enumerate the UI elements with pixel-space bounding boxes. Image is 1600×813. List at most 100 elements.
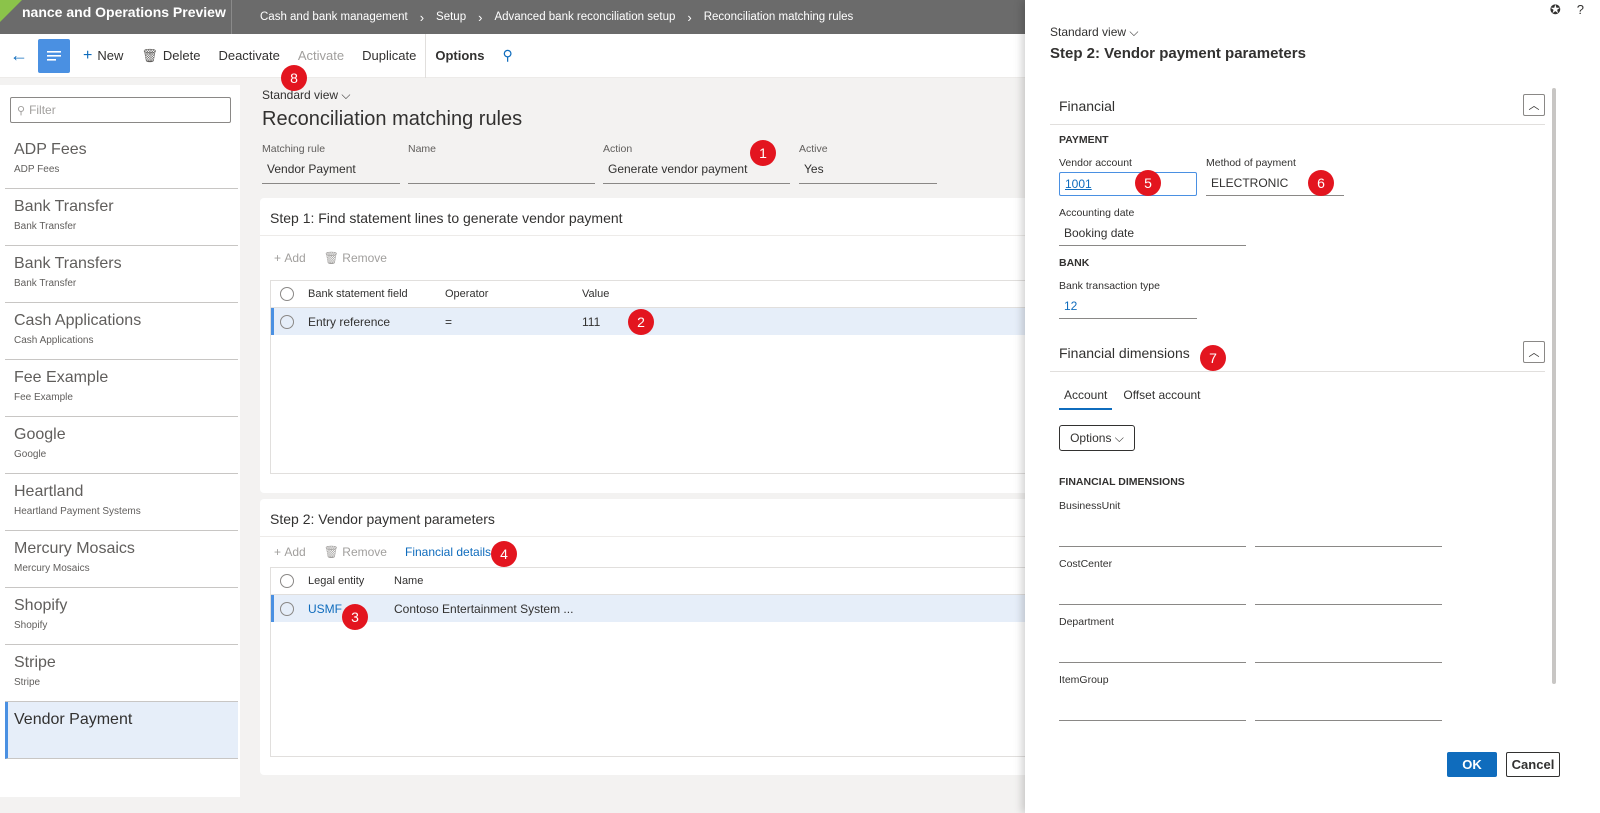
select-all-radio[interactable] <box>280 574 294 588</box>
chevron-right-icon: › <box>478 9 483 25</box>
callout-badge: 7 <box>1200 345 1226 371</box>
financial-section-header[interactable]: Financial ︿ <box>1050 87 1545 125</box>
dimension-value-input[interactable] <box>1255 720 1442 721</box>
breadcrumb: Cash and bank management › Setup › Advan… <box>232 10 853 25</box>
callout-badge: 5 <box>1135 170 1161 196</box>
chevron-right-icon: › <box>687 9 692 25</box>
list-icon <box>47 50 61 61</box>
deactivate-button[interactable]: Deactivate <box>209 34 288 78</box>
dimension-input[interactable] <box>1059 720 1246 721</box>
copilot-icon[interactable]: ✪ <box>1550 2 1561 18</box>
vendor-account-field: Vendor account 1001 <box>1059 157 1197 196</box>
list-item[interactable]: Fee Example Fee Example <box>5 360 238 417</box>
record-list-pane: ⚲ Filter ADP Fees ADP Fees Bank Transfer Ba… <box>0 85 240 797</box>
breadcrumb-item[interactable]: Setup <box>436 11 466 23</box>
vendor-account-input[interactable]: 1001 <box>1059 172 1197 196</box>
tab-offset-account[interactable]: Offset account <box>1118 384 1205 410</box>
callout-badge: 1 <box>750 140 776 166</box>
chevron-down-icon: ⌵ <box>1114 430 1124 445</box>
options-menu[interactable]: Options <box>425 33 493 78</box>
record-list: ADP Fees ADP Fees Bank Transfer Bank Trans… <box>5 132 238 759</box>
options-dropdown-button[interactable]: Options ⌵ <box>1059 425 1135 451</box>
row-select-radio[interactable] <box>280 314 294 329</box>
dimension-value-input[interactable] <box>1255 604 1442 605</box>
app-title[interactable]: nance and Operations Preview <box>0 0 232 34</box>
remove-button[interactable]: 🗑 Remove <box>324 251 387 265</box>
financial-dimensions-section-header[interactable]: Financial dimensions ︿ <box>1050 334 1545 372</box>
list-item[interactable]: Shopify Shopify <box>5 588 238 645</box>
add-button[interactable]: + Add <box>274 251 306 265</box>
table-row[interactable]: USMF Contoso Entertainment System ... <box>271 595 1049 622</box>
list-item[interactable]: Google Google <box>5 417 238 474</box>
bank-transaction-type-input[interactable]: 12 <box>1059 295 1197 319</box>
duplicate-button[interactable]: Duplicate <box>353 34 425 78</box>
chevron-up-icon[interactable]: ︿ <box>1523 341 1545 363</box>
breadcrumb-item[interactable]: Advanced bank reconciliation setup <box>494 11 675 23</box>
top-bar: nance and Operations Preview Cash and ba… <box>0 0 1050 34</box>
environment-corner-marker <box>0 0 22 22</box>
chevron-down-icon: ⌵ <box>341 88 351 102</box>
remove-button[interactable]: 🗑 Remove <box>324 545 387 559</box>
add-button[interactable]: + Add <box>274 545 306 559</box>
matching-rule-field: Matching rule Vendor Payment <box>262 143 400 184</box>
step1-title[interactable]: Step 1: Find statement lines to generate… <box>260 198 1050 236</box>
dimension-value-input[interactable] <box>1255 662 1442 663</box>
dimension-label: Department <box>1059 616 1114 628</box>
plus-icon: + <box>274 251 282 265</box>
panel-scrollbar[interactable] <box>1552 88 1556 684</box>
select-all-radio[interactable] <box>280 287 294 301</box>
list-item[interactable]: Mercury Mosaics Mercury Mosaics <box>5 531 238 588</box>
list-item[interactable]: Bank Transfers Bank Transfer <box>5 246 238 303</box>
financial-dimensions-group-label: FINANCIAL DIMENSIONS <box>1059 476 1185 488</box>
grid-header: Bank statement field Operator Value <box>271 281 1049 308</box>
payment-group-label: PAYMENT <box>1059 134 1109 146</box>
help-icon[interactable]: ? <box>1577 2 1584 18</box>
new-button[interactable]: + New <box>74 34 132 78</box>
list-item[interactable]: Heartland Heartland Payment Systems <box>5 474 238 531</box>
step2-card: Step 2: Vendor payment parameters + Add … <box>260 499 1050 775</box>
grid-header: Legal entity Name <box>271 568 1049 595</box>
dimension-input[interactable] <box>1059 662 1246 663</box>
breadcrumb-item[interactable]: Reconciliation matching rules <box>704 11 854 23</box>
active-value[interactable]: Yes <box>799 162 937 184</box>
page-title: Reconciliation matching rules <box>262 108 523 130</box>
dimension-value-input[interactable] <box>1255 546 1442 547</box>
dimension-input[interactable] <box>1059 546 1246 547</box>
bank-group-label: BANK <box>1059 257 1090 269</box>
list-item[interactable]: ADP Fees ADP Fees <box>5 132 238 189</box>
list-item-selected[interactable]: Vendor Payment <box>5 702 238 759</box>
name-input[interactable] <box>408 162 595 184</box>
bank-transaction-type-field: Bank transaction type 12 <box>1059 280 1197 319</box>
filter-input[interactable]: ⚲ Filter <box>10 97 231 123</box>
delete-button[interactable]: 🗑 Delete <box>132 34 209 78</box>
callout-badge: 3 <box>342 604 368 630</box>
dimension-label: CostCenter <box>1059 558 1113 570</box>
search-icon[interactable]: ⚲ <box>493 34 521 78</box>
plus-icon: + <box>274 545 282 559</box>
breadcrumb-item[interactable]: Cash and bank management <box>260 11 408 23</box>
list-item[interactable]: Bank Transfer Bank Transfer <box>5 189 238 246</box>
table-row[interactable]: Entry reference = 111 <box>271 308 1049 335</box>
tab-account[interactable]: Account <box>1059 384 1113 410</box>
row-select-radio[interactable] <box>280 601 294 616</box>
dimension-label: BusinessUnit <box>1059 500 1121 512</box>
callout-badge: 8 <box>281 65 307 91</box>
chevron-up-icon[interactable]: ︿ <box>1523 94 1545 116</box>
step2-title[interactable]: Step 2: Vendor payment parameters <box>260 499 1050 537</box>
view-selector[interactable]: Standard view ⌵ <box>1050 25 1139 40</box>
financial-details-button[interactable]: Financial details <box>405 545 491 559</box>
accounting-date-select[interactable]: Booking date <box>1059 222 1246 246</box>
back-button[interactable]: ← <box>0 34 38 78</box>
ok-button[interactable]: OK <box>1447 752 1497 777</box>
active-field: Active Yes <box>799 143 937 184</box>
list-item[interactable]: Stripe Stripe <box>5 645 238 702</box>
list-view-button[interactable] <box>38 38 70 73</box>
view-selector[interactable]: Standard view ⌵ <box>262 88 351 103</box>
dimension-input[interactable] <box>1059 604 1246 605</box>
list-item[interactable]: Cash Applications Cash Applications <box>5 303 238 360</box>
callout-badge: 4 <box>491 541 517 567</box>
trash-icon: 🗑 <box>141 47 158 63</box>
step2-toolbar: + Add 🗑 Remove Financial details <box>260 537 1050 567</box>
matching-rule-input[interactable]: Vendor Payment <box>262 162 400 184</box>
cancel-button[interactable]: Cancel <box>1506 752 1560 777</box>
